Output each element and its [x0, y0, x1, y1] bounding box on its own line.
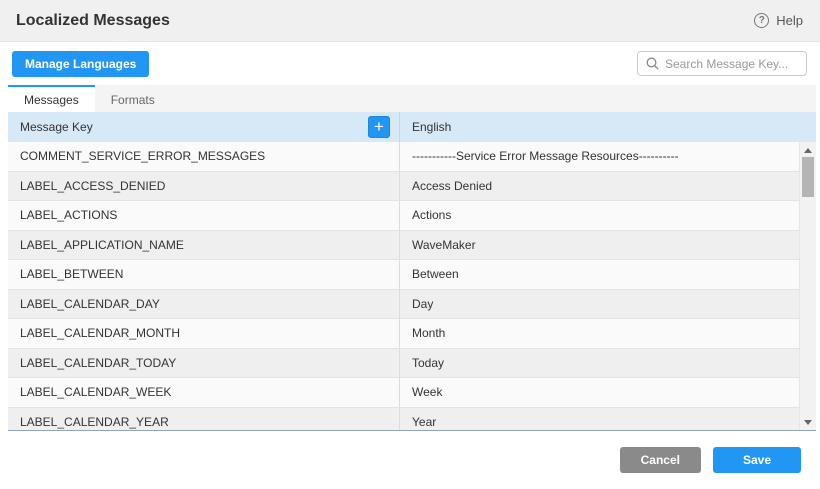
scrollbar-thumb[interactable]	[802, 157, 814, 197]
add-message-button[interactable]: +	[368, 116, 390, 138]
message-value-cell[interactable]: WaveMaker	[400, 238, 816, 252]
scroll-up-icon[interactable]	[800, 144, 816, 156]
message-value-cell[interactable]: Month	[400, 326, 816, 340]
table-row[interactable]: LABEL_ACTIONS Actions	[8, 201, 816, 231]
help-button[interactable]: ? Help	[754, 13, 803, 28]
scroll-down-icon[interactable]	[800, 416, 816, 428]
search-icon	[646, 57, 659, 70]
table-body: COMMENT_SERVICE_ERROR_MESSAGES ---------…	[8, 142, 816, 431]
cancel-button[interactable]: Cancel	[620, 447, 701, 473]
save-button[interactable]: Save	[713, 447, 801, 473]
messages-table: Message Key + English COMMENT_SERVICE_ER…	[8, 112, 816, 431]
column-header-message-key: Message Key +	[8, 112, 400, 142]
table-row[interactable]: LABEL_CALENDAR_WEEK Week	[8, 378, 816, 408]
search-input[interactable]	[665, 57, 798, 71]
vertical-scrollbar[interactable]	[799, 142, 816, 430]
table-row[interactable]: LABEL_BETWEEN Between	[8, 260, 816, 290]
message-key-cell[interactable]: LABEL_CALENDAR_YEAR	[8, 408, 400, 432]
message-key-cell[interactable]: LABEL_CALENDAR_MONTH	[8, 319, 400, 348]
table-row[interactable]: LABEL_CALENDAR_DAY Day	[8, 290, 816, 320]
table-row[interactable]: LABEL_ACCESS_DENIED Access Denied	[8, 172, 816, 202]
message-key-cell[interactable]: LABEL_APPLICATION_NAME	[8, 231, 400, 260]
message-key-cell[interactable]: LABEL_CALENDAR_WEEK	[8, 378, 400, 407]
message-value-cell[interactable]: Actions	[400, 208, 816, 222]
message-value-cell[interactable]: Between	[400, 267, 816, 281]
table-row[interactable]: LABEL_CALENDAR_MONTH Month	[8, 319, 816, 349]
message-value-cell[interactable]: -----------Service Error Message Resourc…	[400, 149, 816, 163]
table-row[interactable]: LABEL_APPLICATION_NAME WaveMaker	[8, 231, 816, 261]
table-row[interactable]: LABEL_CALENDAR_YEAR Year	[8, 408, 816, 432]
message-value-cell[interactable]: Day	[400, 297, 816, 311]
help-label: Help	[776, 13, 803, 28]
message-key-cell[interactable]: LABEL_ACTIONS	[8, 201, 400, 230]
message-key-cell[interactable]: LABEL_CALENDAR_TODAY	[8, 349, 400, 378]
title-bar: Localized Messages ? Help	[0, 0, 820, 42]
tab-formats[interactable]: Formats	[95, 85, 171, 112]
tab-strip: Messages Formats	[8, 85, 816, 112]
manage-languages-button[interactable]: Manage Languages	[12, 51, 149, 77]
message-value-cell[interactable]: Today	[400, 356, 816, 370]
table-row[interactable]: LABEL_CALENDAR_TODAY Today	[8, 349, 816, 379]
message-value-cell[interactable]: Week	[400, 385, 816, 399]
table-row[interactable]: COMMENT_SERVICE_ERROR_MESSAGES ---------…	[8, 142, 816, 172]
question-mark-icon: ?	[754, 13, 769, 28]
page-title: Localized Messages	[16, 12, 170, 30]
message-key-cell[interactable]: LABEL_CALENDAR_DAY	[8, 290, 400, 319]
table-header-row: Message Key + English	[8, 112, 816, 142]
message-key-header-label: Message Key	[20, 120, 93, 134]
message-key-cell[interactable]: COMMENT_SERVICE_ERROR_MESSAGES	[8, 142, 400, 171]
search-box[interactable]	[637, 51, 807, 76]
toolbar: Manage Languages	[0, 42, 820, 85]
footer-actions: Cancel Save	[0, 431, 820, 488]
message-key-cell[interactable]: LABEL_ACCESS_DENIED	[8, 172, 400, 201]
message-key-cell[interactable]: LABEL_BETWEEN	[8, 260, 400, 289]
tab-messages[interactable]: Messages	[8, 85, 95, 112]
message-value-cell[interactable]: Access Denied	[400, 179, 816, 193]
message-value-cell[interactable]: Year	[400, 415, 816, 429]
column-header-english: English	[400, 120, 816, 134]
